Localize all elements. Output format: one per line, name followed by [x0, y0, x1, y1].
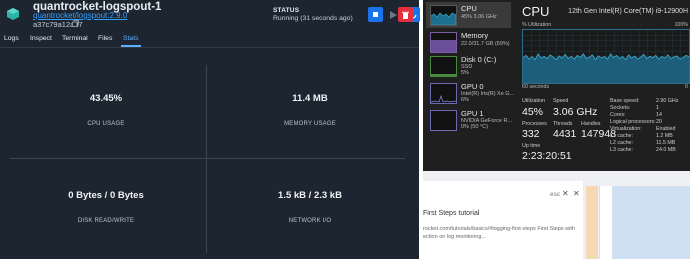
performance-sidebar: CPU 45% 3.06 GHz Memory 22.0/31.7 GB (69… — [423, 0, 514, 171]
sidebar-item-sub2: 5% — [461, 70, 469, 76]
stop-icon — [373, 12, 378, 17]
spec-value: 1.2 MB — [656, 133, 673, 139]
delete-button[interactable] — [398, 7, 413, 22]
search-result-card: esc ✕ ✕ First Steps tutorial rocket.com/… — [423, 181, 583, 259]
utilization-value: 45% — [522, 106, 544, 118]
browser-fragment: esc ✕ ✕ First Steps tutorial rocket.com/… — [423, 171, 690, 259]
stop-button[interactable] — [368, 7, 383, 22]
gpu1-thumbnail — [430, 110, 457, 131]
speed-label: Speed — [553, 98, 569, 104]
spec-key: Base speed: — [610, 98, 640, 104]
network-io-label: NETWORK I/O — [288, 218, 332, 224]
cpu-thumbnail — [430, 5, 457, 26]
sidebar-item-label: GPU 0 — [461, 82, 484, 91]
tab-inspect[interactable]: Inspect — [30, 35, 52, 42]
cpu-utilization-graph — [522, 29, 690, 84]
disk-thumbnail — [430, 56, 457, 77]
sidebar-item-cpu[interactable]: CPU 45% 3.06 GHz — [426, 2, 511, 28]
time-axis-min: 0 — [685, 84, 688, 90]
memory-stat: 11.4 MB MEMORY USAGE — [208, 93, 412, 127]
memory-usage-value: 11.4 MB — [292, 93, 328, 104]
sidebar-item-disk[interactable]: Disk 0 (C:) SSD 5% — [426, 53, 511, 79]
disk-rw-value: 0 Bytes / 0 Bytes — [68, 190, 144, 201]
spec-value: 1 — [656, 105, 659, 111]
spec-value: 20 — [656, 119, 662, 125]
cpu-model: 12th Gen Intel(R) Core(TM) i9-12900H — [568, 8, 688, 15]
task-manager-window: CPU 45% 3.06 GHz Memory 22.0/31.7 GB (69… — [423, 0, 690, 171]
status-value: Running (31 seconds ago) — [273, 15, 353, 22]
uptime-label: Up time — [522, 143, 541, 149]
cpu-title: CPU — [522, 4, 550, 19]
close-icon[interactable]: ✕ — [562, 189, 569, 198]
spec-value: 11.5 MB — [656, 140, 676, 146]
spec-key: L2 cache: — [610, 140, 633, 146]
sidebar-item-label: CPU — [461, 4, 477, 13]
image-link[interactable]: quantrocket/logspout:2.9.0 — [33, 11, 127, 20]
network-stat: 1.5 kB / 2.3 kB NETWORK I/O — [208, 190, 412, 224]
tab-stats[interactable]: Stats — [121, 35, 140, 47]
spec-key: L1 cache: — [610, 133, 633, 139]
sidebar-item-memory[interactable]: Memory 22.0/31.7 GB (69%) — [426, 29, 511, 55]
play-icon — [390, 10, 397, 19]
time-axis-label: 60 seconds — [522, 84, 550, 90]
cpu-usage-label: CPU USAGE — [87, 121, 125, 127]
cpu-usage-value: 43.45% — [89, 93, 123, 104]
spec-key: Virtualization: — [610, 126, 642, 132]
cpu-stat: 43.45% CPU USAGE — [4, 93, 208, 127]
spec-value: Enabled — [656, 126, 676, 132]
esc-hint: esc — [550, 191, 561, 198]
sidebar-item-sub2: 0% (50 °C) — [461, 124, 488, 130]
spec-value: 14 — [656, 112, 662, 118]
disk-rw-label: DISK READ/WRITE — [77, 218, 135, 224]
stats-divider-horizontal — [10, 158, 405, 159]
threads-value: 4431 — [553, 128, 577, 140]
disk-stat: 0 Bytes / 0 Bytes DISK READ/WRITE — [4, 190, 208, 224]
processes-label: Processes — [522, 121, 547, 127]
sidebar-item-gpu0[interactable]: GPU 0 Intel(R) Iris(R) Xe G... 6% — [426, 80, 514, 106]
background-panel — [612, 186, 690, 259]
sidebar-item-sub: 45% 3.06 GHz — [461, 14, 497, 20]
sidebar-item-sub: 22.0/31.7 GB (69%) — [461, 41, 510, 47]
memory-thumbnail — [430, 32, 457, 53]
utilization-axis-label: % Utilization — [522, 22, 552, 28]
cpu-detail-pane: CPU 12th Gen Intel(R) Core(TM) i9-12900H… — [518, 0, 690, 171]
background-panel — [599, 186, 612, 259]
utilization-axis-max: 100% — [674, 22, 688, 28]
spec-key: Logical processors: — [610, 119, 656, 125]
result-description: ection on log monitoring... — [423, 234, 486, 240]
utilization-label: Utilization — [522, 98, 545, 104]
uptime-value: 2:23:20:51 — [522, 150, 572, 162]
background-panel — [586, 186, 598, 259]
spec-key: Cores: — [610, 112, 626, 118]
tab-files[interactable]: Files — [98, 35, 112, 42]
tab-logs[interactable]: Logs — [4, 35, 19, 42]
status-label: STATUS — [273, 7, 300, 14]
threads-label: Threads — [553, 121, 573, 127]
sidebar-item-label: Disk 0 (C:) — [461, 55, 497, 64]
sidebar-item-label: Memory — [461, 31, 489, 40]
sidebar-item-sub2: 6% — [461, 97, 469, 103]
copy-icon[interactable] — [72, 20, 79, 27]
spec-value: 24.0 MB — [656, 147, 676, 153]
trash-icon — [402, 11, 409, 19]
processes-value: 332 — [522, 128, 540, 140]
spec-key: L3 cache: — [610, 147, 633, 153]
sidebar-item-gpu1[interactable]: GPU 1 NVIDIA GeForce R... 0% (50 °C) — [426, 107, 512, 133]
container-header: quantrocket-logspout-1 quantrocket/logsp… — [0, 0, 420, 30]
sidebar-item-label: GPU 1 — [461, 109, 484, 118]
memory-usage-label: MEMORY USAGE — [284, 121, 336, 127]
spec-key: Sockets: — [610, 105, 631, 111]
docker-container-panel: quantrocket-logspout-1 quantrocket/logsp… — [0, 0, 420, 259]
spec-value: 2.90 GHz — [656, 98, 679, 104]
container-tabs: Logs Inspect Terminal Files Stats — [0, 33, 419, 48]
container-icon — [7, 8, 19, 20]
result-title[interactable]: First Steps tutorial — [423, 210, 479, 217]
network-io-value: 1.5 kB / 2.3 kB — [278, 190, 342, 201]
close-icon[interactable]: ✕ — [573, 189, 580, 198]
result-url: rocket.com/tutorials/basics/#logging-fir… — [423, 226, 575, 232]
tab-terminal[interactable]: Terminal — [62, 35, 88, 42]
gpu0-thumbnail — [430, 83, 457, 104]
handles-label: Handles — [581, 121, 601, 127]
speed-value: 3.06 GHz — [553, 106, 598, 118]
